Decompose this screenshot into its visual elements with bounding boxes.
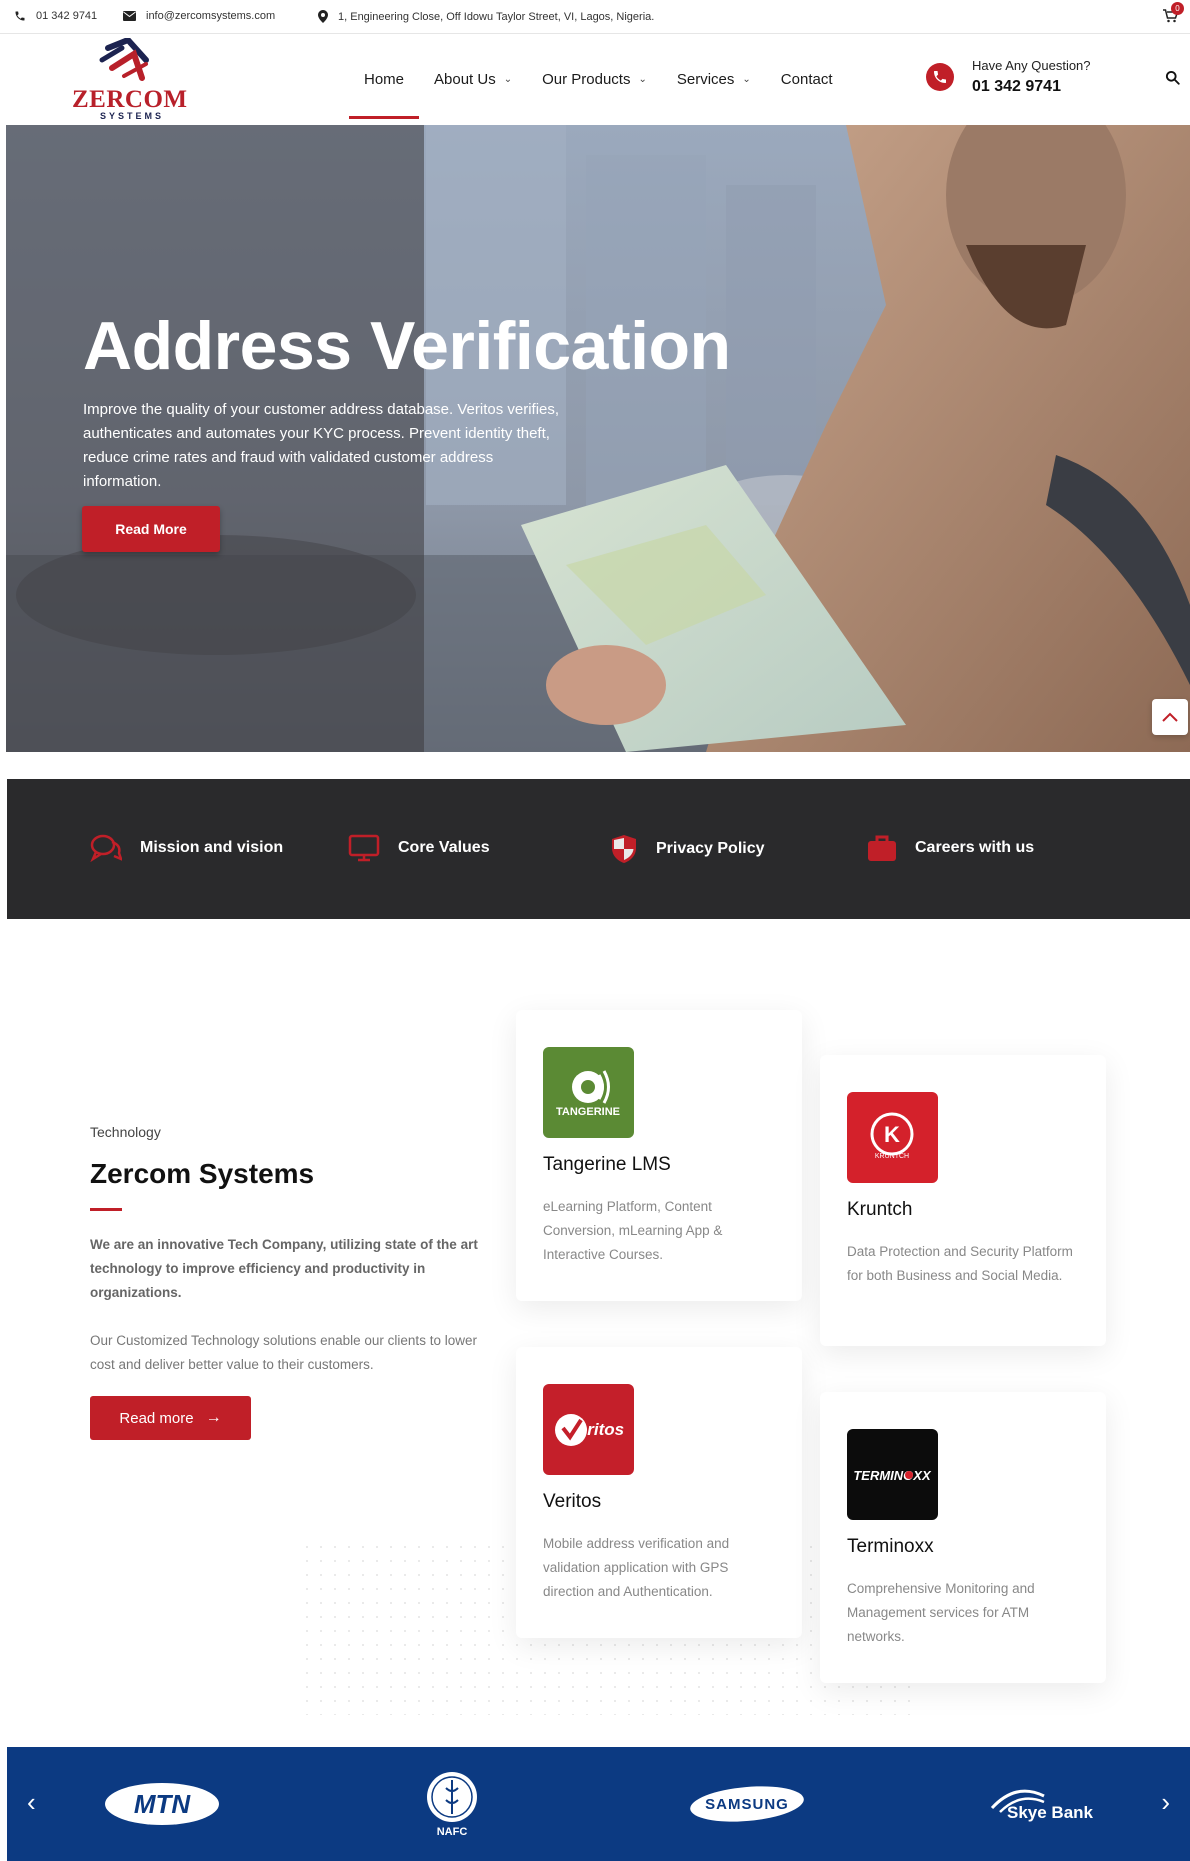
topbar-email-text: info@zercomsystems.com bbox=[146, 10, 276, 22]
product-name: Tangerine LMS bbox=[543, 1154, 671, 1175]
product-card-tangerine[interactable]: TANGERINE Tangerine LMS eLearning Platfo… bbox=[516, 1010, 802, 1301]
svg-text:KRUNTCH: KRUNTCH bbox=[875, 1153, 909, 1160]
hero-title: Address Verification bbox=[83, 308, 731, 384]
product-name: Kruntch bbox=[847, 1199, 913, 1220]
topbar-address-text: 1, Engineering Close, Off Idowu Taylor S… bbox=[338, 10, 655, 23]
product-card-kruntch[interactable]: K KRUNTCH Kruntch Data Protection and Se… bbox=[820, 1055, 1106, 1346]
chevron-down-icon: ⌄ bbox=[638, 74, 647, 85]
partner-logo-nafc[interactable]: NAFC bbox=[412, 1747, 492, 1861]
nafc-emblem-icon bbox=[427, 1772, 477, 1822]
chevron-up-icon bbox=[1162, 712, 1178, 722]
nav-home[interactable]: Home bbox=[349, 34, 420, 125]
envelope-icon bbox=[123, 11, 136, 21]
tangerine-logo: TANGERINE bbox=[543, 1047, 634, 1138]
nafc-label: NAFC bbox=[436, 1826, 468, 1838]
nav-contact[interactable]: Contact bbox=[766, 34, 848, 125]
svg-text:eritos: eritos bbox=[578, 1420, 624, 1439]
product-description: Data Protection and Security Platform fo… bbox=[847, 1244, 1073, 1283]
feature-core-values[interactable]: Core Values bbox=[348, 834, 490, 862]
chevron-down-icon: ⌄ bbox=[742, 74, 751, 85]
product-name: Veritos bbox=[543, 1491, 602, 1512]
about-description: Our Customized Technology solutions enab… bbox=[90, 1333, 477, 1372]
svg-text:MTN: MTN bbox=[134, 1789, 192, 1819]
map-pin-icon bbox=[318, 10, 328, 23]
about-title: Zercom Systems bbox=[90, 1158, 315, 1189]
top-bar: 01 342 9741 info@zercomsystems.com 1, En… bbox=[0, 0, 1190, 34]
nav-contact-label: Contact bbox=[780, 71, 833, 88]
header-contact[interactable]: Have Any Question? 01 342 9741 bbox=[926, 58, 1091, 96]
scroll-to-top-button[interactable] bbox=[1152, 699, 1188, 735]
topbar-email[interactable]: info@zercomsystems.com bbox=[123, 10, 275, 22]
cart-button[interactable]: 0 bbox=[1163, 2, 1184, 28]
feature-mission-vision[interactable]: Mission and vision bbox=[90, 834, 283, 862]
product-description: Comprehensive Monitoring and Management … bbox=[847, 1581, 1035, 1644]
carousel-next-button[interactable]: › bbox=[1161, 1787, 1170, 1818]
nav-our-products[interactable]: Our Products ⌄ bbox=[527, 34, 662, 125]
nav-about-us-label: About Us bbox=[434, 71, 496, 88]
hero-slider: Address Verification Improve the quality… bbox=[6, 125, 1190, 752]
product-description: eLearning Platform, Content Conversion, … bbox=[543, 1199, 723, 1262]
shield-icon bbox=[612, 835, 636, 863]
nav-about-us[interactable]: About Us ⌄ bbox=[419, 34, 527, 125]
logo-mark-icon bbox=[99, 38, 149, 81]
terminoxx-logo: TERMINOXX bbox=[847, 1429, 938, 1520]
svg-text:TANGERINE: TANGERINE bbox=[556, 1106, 620, 1118]
partner-logo-samsung[interactable]: SAMSUNG bbox=[687, 1747, 807, 1861]
about-read-more-button[interactable]: Read more → bbox=[90, 1396, 251, 1440]
feature-label: Core Values bbox=[398, 839, 490, 856]
briefcase-icon bbox=[868, 835, 896, 861]
feature-label: Mission and vision bbox=[140, 839, 284, 856]
carousel-prev-button[interactable]: ‹ bbox=[27, 1787, 36, 1818]
feature-careers[interactable]: Careers with us bbox=[867, 834, 1034, 862]
topbar-phone[interactable]: 01 342 9741 bbox=[14, 10, 97, 22]
search-button[interactable] bbox=[1165, 70, 1180, 90]
about-intro: We are an innovative Tech Company, utili… bbox=[90, 1237, 478, 1300]
nav-services-label: Services bbox=[676, 71, 735, 88]
svg-text:TERMINOXX: TERMINOXX bbox=[853, 1468, 932, 1483]
about-read-more-label: Read more bbox=[119, 1409, 194, 1427]
partners-carousel: ‹ › MTN NAFC SAMSUNG Skye Bank bbox=[7, 1747, 1190, 1861]
chat-icon bbox=[90, 834, 122, 862]
partner-logo-mtn[interactable]: MTN bbox=[102, 1747, 222, 1861]
hero-read-more-button[interactable]: Read More bbox=[82, 506, 220, 552]
nav-services[interactable]: Services ⌄ bbox=[662, 34, 766, 125]
whatsapp-icon bbox=[926, 63, 954, 91]
about-divider bbox=[90, 1208, 122, 1211]
svg-text:K: K bbox=[884, 1122, 900, 1147]
about-tag: Technology bbox=[90, 1124, 161, 1140]
cart-count-badge: 0 bbox=[1171, 2, 1184, 15]
partner-logo-skye-bank[interactable]: Skye Bank bbox=[982, 1747, 1102, 1861]
monitor-icon bbox=[348, 834, 380, 862]
feature-label: Privacy Policy bbox=[656, 840, 765, 857]
phone-icon bbox=[15, 11, 25, 21]
site-logo[interactable]: ZERCOM SYSTEMS bbox=[72, 38, 188, 122]
product-card-terminoxx[interactable]: TERMINOXX Terminoxx Comprehensive Monito… bbox=[820, 1392, 1106, 1683]
topbar-address: 1, Engineering Close, Off Idowu Taylor S… bbox=[318, 10, 654, 23]
feature-privacy-policy[interactable]: Privacy Policy bbox=[610, 834, 765, 864]
chevron-down-icon: ⌄ bbox=[503, 74, 513, 85]
kruntch-logo: K KRUNTCH bbox=[847, 1092, 938, 1183]
feature-label: Careers with us bbox=[915, 839, 1035, 856]
search-icon bbox=[1165, 70, 1180, 85]
nav-our-products-label: Our Products bbox=[542, 71, 631, 88]
veritos-logo: eritos bbox=[543, 1384, 634, 1475]
features-band: Mission and vision Core Values Privacy P… bbox=[7, 779, 1190, 919]
contact-number: 01 342 9741 bbox=[972, 78, 1061, 95]
chevron-left-icon: ‹ bbox=[27, 1787, 36, 1817]
svg-text:SAMSUNG: SAMSUNG bbox=[705, 1796, 789, 1813]
site-header: ZERCOM SYSTEMS Home About Us ⌄ Our Produc… bbox=[0, 34, 1190, 125]
svg-text:Skye Bank: Skye Bank bbox=[1007, 1803, 1094, 1822]
nav-home-label: Home bbox=[364, 71, 405, 88]
chevron-right-icon: › bbox=[1161, 1787, 1170, 1817]
product-description: Mobile address verification and validati… bbox=[543, 1536, 730, 1599]
product-card-veritos[interactable]: eritos Veritos Mobile address verificati… bbox=[516, 1347, 802, 1638]
contact-question: Have Any Question? bbox=[972, 58, 1091, 73]
main-nav: Home About Us ⌄ Our Products ⌄ Services ⌄ C… bbox=[349, 34, 848, 125]
logo-wordmark: ZERCOM bbox=[72, 86, 188, 113]
arrow-right-icon: → bbox=[205, 1409, 222, 1426]
product-name: Terminoxx bbox=[847, 1536, 934, 1557]
topbar-phone-text: 01 342 9741 bbox=[36, 10, 98, 22]
logo-subtitle: SYSTEMS bbox=[100, 111, 165, 121]
hero-description: Improve the quality of your customer add… bbox=[83, 401, 560, 490]
